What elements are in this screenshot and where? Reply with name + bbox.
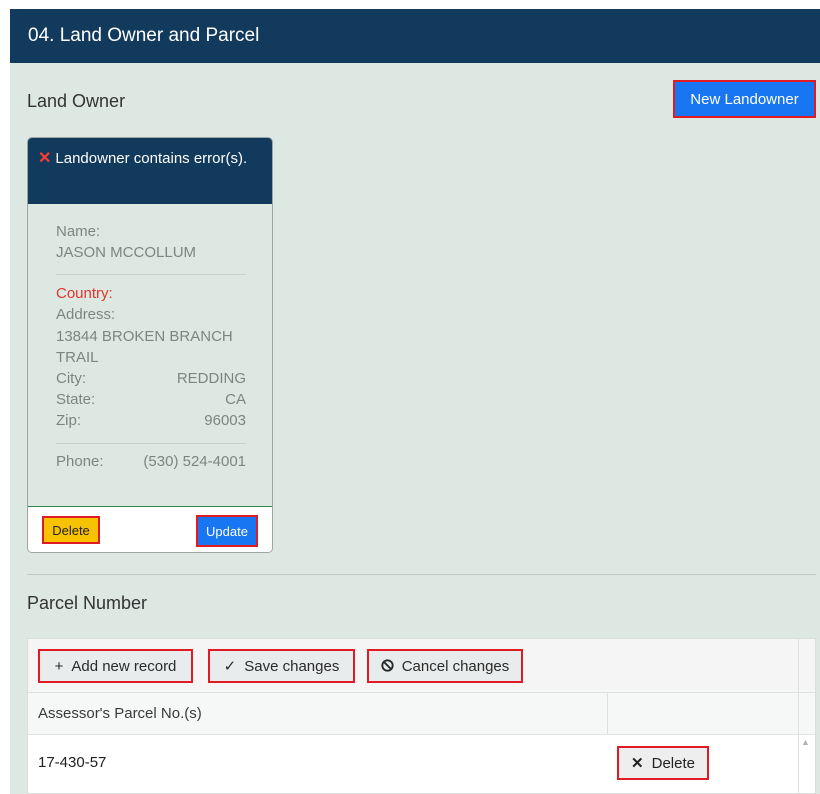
landowner-card: ✕ Landowner contains error(s). Name: JASO… — [27, 137, 273, 553]
cancel-changes-button[interactable]: Cancel changes — [367, 649, 523, 683]
name-label: Name: — [56, 223, 101, 240]
section-divider — [27, 574, 816, 575]
divider — [56, 443, 246, 444]
grid-toolbar: + Add new record ✓ Save changes Cancel cha… — [28, 639, 815, 693]
new-landowner-button[interactable]: New Landowner — [673, 80, 816, 118]
name-value: JASON MCCOLLUM — [56, 244, 197, 261]
land-owner-parcel-panel: 04. Land Owner and Parcel Land Owner New… — [10, 9, 820, 794]
close-icon: ✕ — [631, 755, 644, 772]
address-label: Address: — [56, 306, 116, 323]
parcel-grid: + Add new record ✓ Save changes Cancel cha… — [27, 638, 816, 794]
zip-label: Zip: — [56, 412, 82, 429]
close-icon: ✕ — [38, 150, 52, 167]
city-value: REDDING — [176, 370, 246, 387]
state-label: State: — [56, 391, 96, 408]
update-landowner-button[interactable]: Update — [196, 515, 258, 547]
scroll-up-arrow-icon[interactable]: ▲ — [801, 737, 810, 747]
plus-icon: + — [54, 657, 64, 675]
city-label: City: — [56, 370, 86, 387]
table-row: 17-430-57 ✕ Delete — [28, 735, 798, 793]
add-new-record-button[interactable]: + Add new record — [38, 649, 193, 683]
panel-header: 04. Land Owner and Parcel — [10, 9, 820, 63]
landowner-error-text: Landowner contains error(s). — [55, 150, 248, 167]
delete-row-button[interactable]: ✕ Delete — [617, 746, 709, 780]
grid-column-header: Assessor's Parcel No.(s) — [28, 693, 815, 735]
save-changes-label: Save changes — [244, 657, 340, 675]
column-header-parcel-no[interactable]: Assessor's Parcel No.(s) — [38, 705, 202, 722]
landowner-card-footer: Delete Update — [28, 506, 272, 552]
add-new-record-label: Add new record — [71, 657, 177, 675]
zip-value: 96003 — [204, 412, 246, 429]
landowner-error-header: ✕ Landowner contains error(s). — [28, 138, 272, 204]
state-value: CA — [225, 391, 246, 408]
parcel-number-section-title: Parcel Number — [27, 593, 148, 613]
cancel-circle-icon — [381, 658, 394, 675]
column-divider — [607, 693, 608, 735]
phone-value: (530) 524-4001 — [143, 453, 246, 470]
panel-title: 04. Land Owner and Parcel — [28, 25, 260, 46]
address-line2: TRAIL — [56, 349, 99, 366]
save-changes-button[interactable]: ✓ Save changes — [208, 649, 355, 683]
scrollbar-track[interactable] — [798, 639, 799, 793]
divider — [56, 274, 246, 275]
phone-label: Phone: — [56, 453, 104, 470]
parcel-no-cell[interactable]: 17-430-57 — [38, 754, 106, 771]
delete-row-label: Delete — [651, 754, 695, 772]
address-line1: 13844 BROKEN BRANCH — [56, 328, 233, 345]
cancel-changes-label: Cancel changes — [401, 657, 510, 675]
land-owner-section-title: Land Owner — [27, 91, 126, 111]
checkmark-icon: ✓ — [223, 658, 237, 675]
country-label: Country: — [56, 285, 113, 302]
delete-landowner-button[interactable]: Delete — [42, 516, 100, 544]
